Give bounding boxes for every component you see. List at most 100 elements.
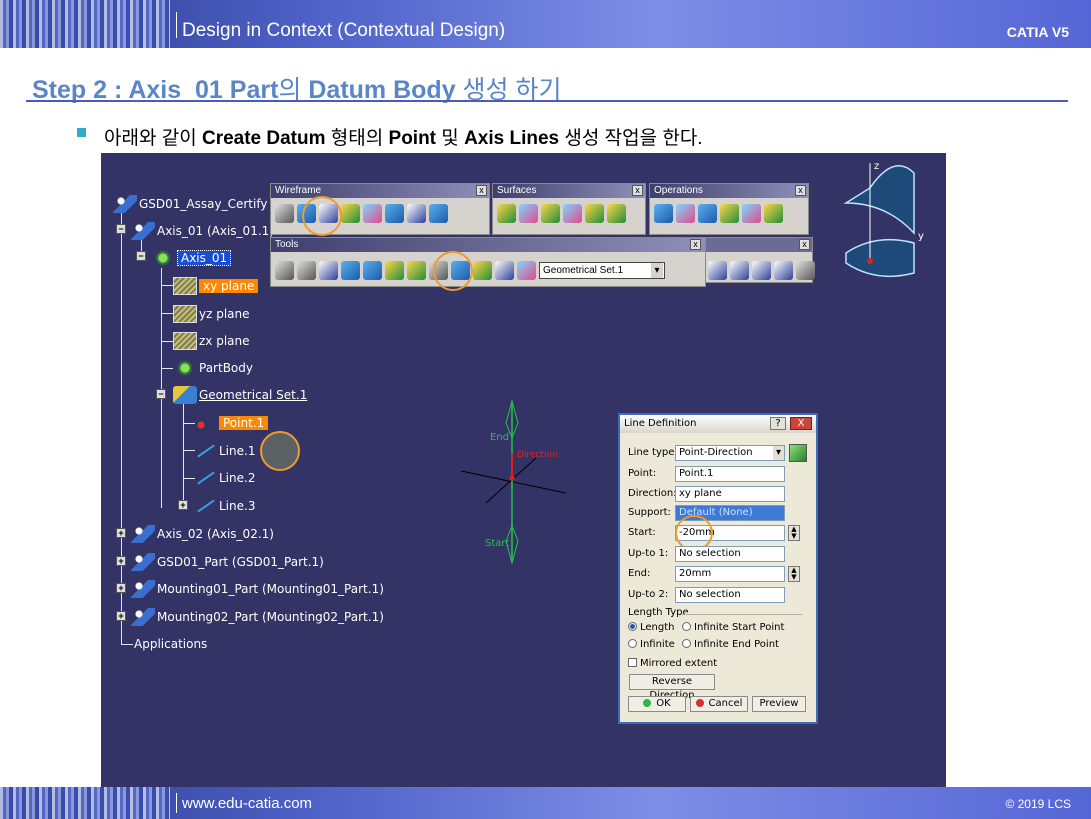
close-icon[interactable]: x [799, 239, 810, 250]
view-top-icon[interactable] [752, 260, 771, 280]
view-front-icon[interactable] [730, 260, 749, 280]
tree-node-gsd01-part[interactable]: GSD01_Part (GSD01_Part.1) [131, 553, 324, 571]
catia-viewport[interactable]: GSD01_Assay_Certify − Axis_01 (Axis_01.1… [101, 153, 946, 787]
close-icon[interactable]: x [795, 185, 806, 196]
tree-node-xy-plane[interactable]: xy plane [173, 277, 259, 295]
compass-plane-shape [845, 238, 915, 278]
circle-tool-icon[interactable] [407, 203, 426, 223]
close-icon[interactable]: x [632, 185, 643, 196]
blend-tool-icon[interactable] [607, 203, 626, 223]
extract-tool-icon[interactable] [698, 203, 717, 223]
point-field[interactable]: Point.1 [675, 466, 785, 482]
tree-node-geometrical-set[interactable]: Geometrical Set.1 [173, 386, 307, 404]
fill-tool-icon[interactable] [563, 203, 582, 223]
transform-tool-icon[interactable] [742, 203, 761, 223]
surfaces-toolbar[interactable]: Surfaces x [492, 183, 646, 235]
reverse-direction-button[interactable]: Reverse Direction [629, 674, 715, 701]
end-spinner[interactable]: ▲ ▼ [788, 566, 800, 582]
dialog-title-bar[interactable]: Line Definition ? X [620, 415, 816, 433]
line-definition-dialog[interactable]: Line Definition ? X Line type : Point-Di… [618, 413, 818, 724]
direction-field[interactable]: xy plane [675, 486, 785, 502]
spline-tool-icon[interactable] [429, 203, 448, 223]
grid-tool-icon[interactable] [341, 260, 360, 280]
tree-node-line3[interactable]: Line.3 [193, 497, 255, 515]
ok-button[interactable]: OK [628, 696, 686, 712]
radio-label: Infinite Start Point [694, 622, 785, 633]
end-field[interactable]: 20mm [675, 566, 785, 582]
quick-select-icon[interactable] [495, 260, 514, 280]
catalog-tool-icon[interactable] [473, 260, 492, 280]
tree-node-label: yz plane [199, 307, 250, 321]
footer-url[interactable]: www.edu-catia.com [182, 795, 312, 812]
upto2-field[interactable]: No selection [675, 587, 785, 603]
radio-icon [682, 622, 691, 631]
line-type-dropdown[interactable]: Point-Direction [675, 445, 785, 461]
tree-node-zx-plane[interactable]: zx plane [173, 332, 250, 350]
tree-node-root[interactable]: GSD01_Assay_Certify [113, 195, 267, 213]
infinite-end-radio[interactable]: Infinite End Point [682, 637, 779, 653]
infinite-radio[interactable]: Infinite [628, 637, 675, 653]
extrude-tool-icon[interactable] [497, 203, 516, 223]
view-iso-icon[interactable] [708, 260, 727, 280]
view-right-icon[interactable] [774, 260, 793, 280]
length-radio[interactable]: Length [628, 620, 675, 636]
hand-tool-icon[interactable] [297, 260, 316, 280]
tree-node-label: xy plane [199, 279, 259, 293]
tree-node-mounting01[interactable]: Mounting01_Part (Mounting01_Part.1) [131, 580, 384, 598]
set-icon[interactable] [517, 260, 536, 280]
tree-node-point1[interactable]: Point.1 [193, 414, 269, 432]
update-tool-icon[interactable] [275, 260, 294, 280]
collapse-toggle[interactable]: − [116, 224, 126, 234]
upto1-field[interactable]: No selection [675, 546, 785, 562]
loft-tool-icon[interactable] [585, 203, 604, 223]
infinite-start-radio[interactable]: Infinite Start Point [682, 620, 784, 636]
close-icon[interactable]: x [476, 185, 487, 196]
cancel-button[interactable]: Cancel [690, 696, 748, 712]
close-button[interactable]: X [790, 417, 812, 430]
expand-toggle[interactable]: + [116, 611, 126, 621]
projection-tool-icon[interactable] [341, 203, 360, 223]
collapse-toggle[interactable]: − [156, 389, 166, 399]
expand-toggle[interactable]: + [178, 500, 188, 510]
help-button[interactable]: ? [770, 417, 786, 430]
offset-tool-icon[interactable] [385, 203, 404, 223]
geometrical-set-dropdown[interactable]: Geometrical Set.1 [539, 261, 665, 279]
expand-toggle[interactable]: + [116, 556, 126, 566]
views-toolbar[interactable]: x [703, 237, 815, 283]
preview-button[interactable]: Preview [752, 696, 806, 712]
tree-node-line1[interactable]: Line.1 [193, 442, 255, 460]
tree-node-axis01-product[interactable]: Axis_01 (Axis_01.1) [131, 222, 274, 240]
start-spinner[interactable]: ▲ ▼ [788, 525, 800, 541]
close-icon[interactable]: x [690, 239, 701, 250]
fillet-tool-icon[interactable] [720, 203, 739, 223]
tree-node-mounting02[interactable]: Mounting02_Part (Mounting02_Part.1) [131, 608, 384, 626]
mirrored-extent-checkbox[interactable]: Mirrored extent [628, 656, 717, 672]
compass-widget[interactable]: z y [836, 153, 946, 283]
extrapolate-tool-icon[interactable] [764, 203, 783, 223]
compass-y-label: y [918, 231, 924, 242]
snap-tool-icon[interactable] [385, 260, 404, 280]
intersection-tool-icon[interactable] [363, 203, 382, 223]
expand-toggle[interactable]: + [116, 583, 126, 593]
join-tool-icon[interactable] [654, 203, 673, 223]
direction-label: Direction [517, 450, 558, 460]
tree-node-partbody[interactable]: PartBody [173, 359, 253, 377]
operations-toolbar[interactable]: Operations x [649, 183, 809, 235]
expand-toggle[interactable]: + [116, 528, 126, 538]
tree-node-line2[interactable]: Line.2 [193, 469, 255, 487]
work-on-support-icon[interactable] [363, 260, 382, 280]
tools-toolbar[interactable]: Tools x Geometrical Set.1 [270, 237, 706, 287]
revolve-tool-icon[interactable] [519, 203, 538, 223]
collapse-toggle[interactable]: − [136, 251, 146, 261]
view-render-icon[interactable] [796, 260, 815, 280]
tree-node-yz-plane[interactable]: yz plane [173, 305, 250, 323]
point-tool-icon[interactable] [275, 203, 294, 223]
tree-node-axis01-part[interactable]: Axis_01 [151, 249, 232, 267]
create-datum-icon[interactable] [407, 260, 426, 280]
line-type-options-icon[interactable] [789, 444, 807, 462]
sweep-tool-icon[interactable] [541, 203, 560, 223]
split-tool-icon[interactable] [676, 203, 695, 223]
tree-node-applications[interactable]: Applications [134, 635, 207, 653]
tree-node-axis02[interactable]: Axis_02 (Axis_02.1) [131, 525, 274, 543]
axis-system-icon[interactable] [319, 260, 338, 280]
